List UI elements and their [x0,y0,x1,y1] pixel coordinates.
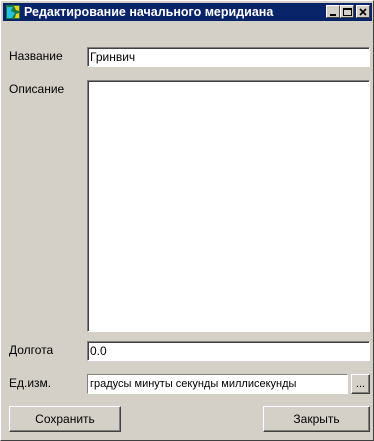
window-title: Редактирование начального меридиана [24,5,274,19]
window-controls [326,5,370,18]
description-field-frame [87,80,370,332]
app-globe-icon [5,4,21,20]
maximize-button[interactable] [340,5,354,18]
minimize-icon [329,4,337,19]
longitude-field-frame [87,341,370,361]
units-field-frame [87,374,348,394]
maximize-icon [342,4,352,19]
minimize-button[interactable] [326,5,340,18]
title-bar[interactable]: Редактирование начального меридиана [3,3,372,21]
longitude-input[interactable] [88,342,369,360]
close-icon [359,4,367,19]
description-label: Описание [9,82,65,96]
units-input[interactable] [88,375,347,393]
name-input[interactable] [88,48,369,66]
name-field-frame [87,47,370,67]
close-dialog-button[interactable]: Закрыть [263,406,370,432]
name-label: Название [9,49,63,63]
description-textarea[interactable] [88,81,369,331]
dialog-window: Редактирование начального меридиана Назв… [0,0,374,441]
units-label: Ед.изм. [9,376,52,390]
save-button[interactable]: Сохранить [9,406,121,432]
close-button[interactable] [356,5,370,18]
units-browse-button[interactable]: ... [351,374,370,394]
longitude-label: Долгота [9,343,54,357]
